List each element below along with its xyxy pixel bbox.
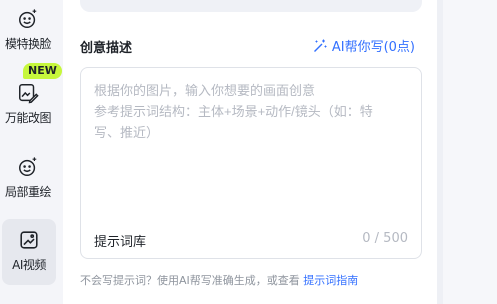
sidebar-item-model-face-swap[interactable]: 模特换脸 <box>0 8 56 52</box>
ai-write-label: AI帮你写 <box>331 40 384 55</box>
prompt-guide-link[interactable]: 提示词指南 <box>303 274 358 287</box>
edit-image-icon <box>19 84 39 104</box>
sidebar-item-label: 模特换脸 <box>4 37 52 51</box>
new-badge: NEW <box>23 63 62 79</box>
prompt-placeholder: 根据你的图片，输入你想要的画面创意 参考提示词结构：主体+场景+动作/镜头（如：… <box>94 80 414 143</box>
preview-area <box>443 0 497 304</box>
upload-card <box>80 0 422 12</box>
prompt-hint: 不会写提示词？使用AI帮写准确生成，或查看 提示词指南 <box>80 272 358 288</box>
sidebar: 模特换脸 NEW 万能改图 局部重绘 AI视频 <box>0 0 63 304</box>
smile-sparkle-icon <box>19 157 37 176</box>
hint-text: 不会写提示词？使用AI帮写准确生成，或查看 <box>80 274 300 287</box>
placeholder-line: 参考提示词结构：主体+场景+动作/镜头（如：特 <box>94 104 373 119</box>
sidebar-item-ai-video[interactable]: AI视频 <box>2 219 56 285</box>
sidebar-item-label: 万能改图 <box>4 111 52 125</box>
magic-wand-icon <box>313 39 327 52</box>
smile-sparkle-icon <box>19 9 37 28</box>
character-counter: 0 / 500 <box>362 231 408 246</box>
ai-write-button[interactable]: AI帮你写 (0点) <box>312 36 415 55</box>
prompt-library-button[interactable]: 提示词库 <box>94 231 146 250</box>
sidebar-item-partial-redraw[interactable]: 局部重绘 <box>0 156 56 200</box>
video-image-icon <box>20 231 38 249</box>
placeholder-line: 根据你的图片，输入你想要的画面创意 <box>94 83 316 98</box>
sidebar-item-universal-edit[interactable]: 万能改图 <box>0 82 56 126</box>
main-panel: 创意描述 AI帮你写 (0点) 根据你的图片，输入你想要的画面创意 参考提示词结… <box>63 0 437 304</box>
ai-write-cost: (0点) <box>383 40 415 55</box>
section-title: 创意描述 <box>80 40 133 55</box>
sidebar-item-label: AI视频 <box>12 258 46 272</box>
prompt-textarea[interactable]: 根据你的图片，输入你想要的画面创意 参考提示词结构：主体+场景+动作/镜头（如：… <box>80 67 422 259</box>
placeholder-line: 写、推近） <box>94 125 160 140</box>
sidebar-item-label: 局部重绘 <box>4 185 52 199</box>
